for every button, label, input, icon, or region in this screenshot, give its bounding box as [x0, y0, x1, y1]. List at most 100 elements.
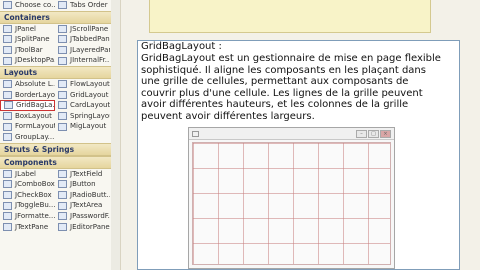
palette-item[interactable]: GridBagLa...: [0, 100, 55, 111]
palette-item[interactable]: MigLayout: [55, 121, 110, 132]
palette-item[interactable]: CardLayout: [55, 100, 110, 111]
palette-item[interactable]: JFormatte...: [0, 211, 55, 222]
component-icon: [58, 122, 67, 131]
component-icon: [3, 180, 12, 189]
palette-item-label: GroupLay...: [15, 132, 55, 141]
component-icon: [58, 1, 67, 10]
palette-item-label: MigLayout: [70, 122, 107, 131]
palette-row: JPanel JScrollPane: [0, 24, 111, 35]
component-icon: [58, 191, 67, 200]
palette-section-header[interactable]: Struts & Springs: [0, 142, 111, 156]
palette-row: JToggleBu... JTextArea: [0, 200, 111, 211]
palette-item-label: Tabs Order: [70, 1, 108, 9]
component-icon: [58, 212, 67, 221]
palette-item[interactable]: FlowLayout: [55, 79, 110, 90]
palette-item[interactable]: JScrollPane: [55, 24, 110, 35]
palette-item[interactable]: JPasswordF...: [55, 211, 110, 222]
component-icon: [3, 112, 12, 121]
palette-item-label: JDesktopPa...: [15, 56, 55, 65]
palette-section-header[interactable]: Containers: [0, 10, 111, 24]
palette-item[interactable]: JLayeredPane: [55, 45, 110, 56]
palette-item[interactable]: BoxLayout: [0, 111, 55, 122]
palette-item-label: JTextField: [70, 169, 103, 178]
component-icon: [58, 201, 67, 210]
palette-item-label: JButton: [70, 180, 96, 189]
palette-item[interactable]: Absolute L...: [0, 79, 55, 90]
palette-row: JComboBox JButton: [0, 179, 111, 190]
palette-item[interactable]: JDesktopPa...: [0, 55, 55, 66]
palette-row: JTextPane JEditorPane: [0, 222, 111, 233]
app-icon: [192, 131, 199, 137]
palette-item-label: Choose co...: [15, 1, 55, 9]
palette-item[interactable]: JTextArea: [55, 200, 110, 211]
component-icon: [4, 101, 13, 110]
palette-item[interactable]: GridLayout: [55, 90, 110, 101]
palette-item-label: GridLayout: [70, 90, 109, 99]
palette-item-label: JScrollPane: [70, 24, 109, 33]
palette-item[interactable]: JCheckBox: [0, 190, 55, 201]
palette-item-label: JToolBar: [15, 45, 43, 54]
palette-row: FormLayout MigLayout: [0, 121, 111, 132]
component-icon: [3, 201, 12, 210]
palette-item[interactable]: Tabs Order: [55, 0, 110, 11]
component-icon: [3, 133, 12, 142]
minimize-icon: –: [356, 130, 367, 138]
editor-area: GridBagLayout : GridBagLayout est un ges…: [121, 0, 480, 270]
palette-item[interactable]: JTabbedPane: [55, 34, 110, 45]
palette-scrollbar[interactable]: [111, 0, 121, 270]
component-icon: [58, 56, 67, 65]
component-icon: [3, 80, 12, 89]
palette-item[interactable]: SpringLayout: [55, 111, 110, 122]
palette-item-label: CardLayout: [70, 101, 110, 110]
palette-row: JLabel JTextField: [0, 169, 111, 180]
component-icon: [3, 24, 12, 33]
component-icon: [58, 180, 67, 189]
palette-section-header[interactable]: Layouts: [0, 65, 111, 79]
design-surface-panel[interactable]: [149, 0, 431, 33]
palette-item-label: JEditorPane: [70, 222, 110, 231]
palette-item-label: JInternalFr...: [70, 56, 110, 65]
palette-item-label: JTextArea: [70, 201, 103, 210]
palette-item-label: JPanel: [15, 24, 36, 33]
component-icon: [58, 169, 67, 178]
component-icon: [58, 112, 67, 121]
palette-item[interactable]: JToolBar: [0, 45, 55, 56]
palette-item[interactable]: JComboBox: [0, 179, 55, 190]
tooltip-description: GridBagLayout est un gestionnaire de mis…: [141, 53, 441, 122]
palette-row: JToolBar JLayeredPane: [0, 45, 111, 56]
gridbag-preview-window: – □ ×: [188, 127, 395, 269]
palette-section-header[interactable]: Components: [0, 155, 111, 169]
component-icon: [3, 222, 12, 231]
palette-item-label: JToggleBu...: [15, 201, 55, 210]
palette-item[interactable]: JRadioButt...: [55, 190, 110, 201]
palette-row: Absolute L... FlowLayout: [0, 79, 111, 90]
component-icon: [3, 1, 12, 10]
palette-item[interactable]: JTextField: [55, 169, 110, 180]
component-icon: [3, 56, 12, 65]
palette-item[interactable]: JPanel: [0, 24, 55, 35]
palette-row: JSplitPane JTabbedPane: [0, 34, 111, 45]
palette-item[interactable]: JButton: [55, 179, 110, 190]
palette-item[interactable]: Choose co...: [0, 0, 55, 11]
palette-item-label: JCheckBox: [15, 190, 52, 199]
palette-item[interactable]: GroupLay...: [0, 132, 55, 143]
component-icon: [58, 101, 67, 110]
palette-item-label: JTabbedPane: [70, 35, 110, 44]
palette-item[interactable]: BorderLayout: [0, 90, 55, 101]
component-icon: [3, 169, 12, 178]
palette-item[interactable]: JInternalFr...: [55, 55, 110, 66]
component-icon: [3, 212, 12, 221]
palette-item[interactable]: JToggleBu...: [0, 200, 55, 211]
palette-item-label: JTextPane: [15, 222, 49, 231]
palette-row: GroupLay...: [0, 132, 111, 143]
layout-tooltip: GridBagLayout : GridBagLayout est un ges…: [137, 40, 460, 270]
palette-item[interactable]: JTextPane: [0, 222, 55, 233]
palette-item-label: JLabel: [15, 169, 36, 178]
palette-item[interactable]: JLabel: [0, 169, 55, 180]
palette-panel: Choose co... Tabs Order Containers JPanel JS…: [0, 0, 112, 270]
palette-item[interactable]: JSplitPane: [0, 34, 55, 45]
palette-item[interactable]: JEditorPane: [55, 222, 110, 233]
component-icon: [3, 35, 12, 44]
palette-item[interactable]: FormLayout: [0, 121, 55, 132]
component-icon: [58, 24, 67, 33]
